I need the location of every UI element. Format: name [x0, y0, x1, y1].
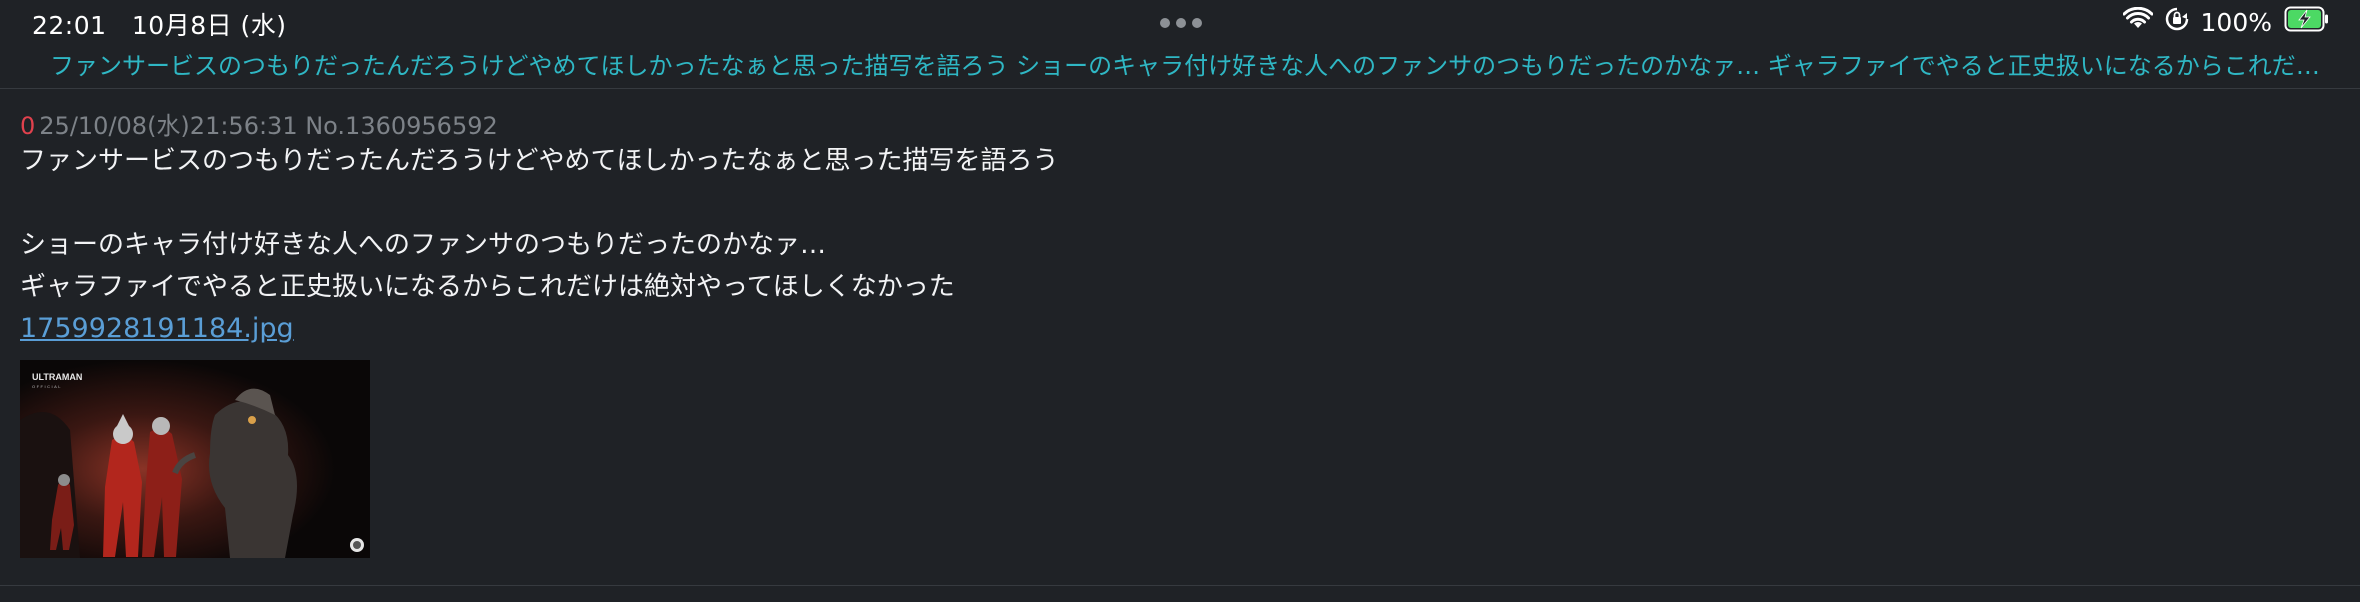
- multitasking-dots-icon[interactable]: [1160, 18, 1202, 28]
- wifi-icon: [2122, 6, 2154, 37]
- post-body-line: ギャラファイでやると正史扱いになるからこれだけは絶対やってほしくなかった: [20, 272, 955, 302]
- post-divider: [0, 585, 2360, 586]
- orientation-lock-icon: [2165, 7, 2189, 37]
- status-date: 10月8日 (水): [131, 11, 287, 40]
- thumbnail-image: ULTRAMAN OFFICIAL: [20, 360, 370, 558]
- attachment-file-link[interactable]: 1759928191184.jpg: [20, 308, 294, 350]
- post-body-line: ショーのキャラ付け好きな人へのファンサのつもりだったのかなァ…: [20, 230, 827, 260]
- post-header: 0 25/10/08(水)21:56:31 No.1360956592: [20, 106, 2340, 140]
- post-body: ファンサービスのつもりだったんだろうけどやめてほしかったなぁと思った描写を語ろう…: [20, 140, 2340, 308]
- status-bar: 22:01 10月8日 (水) 100%: [0, 0, 2360, 46]
- thumbnail-logo-sub: OFFICIAL: [32, 384, 62, 389]
- attachment-thumbnail[interactable]: ULTRAMAN OFFICIAL: [20, 360, 370, 558]
- thumbnail-logo-text: ULTRAMAN: [32, 372, 82, 382]
- post-meta[interactable]: 25/10/08(水)21:56:31 No.1360956592: [39, 112, 497, 140]
- battery-charging-icon: [2284, 6, 2330, 38]
- thread-title[interactable]: ファンサービスのつもりだったんだろうけどやめてほしかったなぁと思った描写を語ろう…: [50, 46, 2320, 81]
- post: 0 25/10/08(水)21:56:31 No.1360956592 ファンサー…: [20, 106, 2340, 558]
- status-time-date: 22:01 10月8日 (水): [32, 6, 287, 42]
- status-time: 22:01: [32, 11, 107, 40]
- status-right-group: 100%: [2122, 6, 2330, 38]
- post-number[interactable]: 0: [20, 112, 35, 140]
- battery-percent: 100%: [2200, 7, 2272, 37]
- post-body-line: [20, 182, 2340, 224]
- post-body-line: ファンサービスのつもりだったんだろうけどやめてほしかったなぁと思った描写を語ろう: [20, 146, 1059, 176]
- thread-title-bar[interactable]: ファンサービスのつもりだったんだろうけどやめてほしかったなぁと思った描写を語ろう…: [0, 46, 2360, 89]
